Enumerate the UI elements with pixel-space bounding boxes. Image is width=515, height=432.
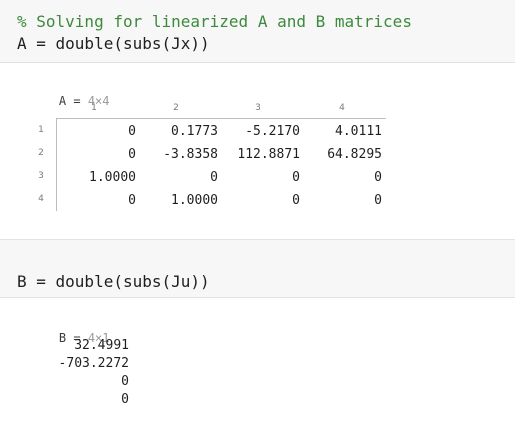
matrix-cell-r1-c1: 0: [128, 124, 136, 139]
column-header-2: 2: [173, 103, 179, 113]
column-header-3: 3: [255, 103, 261, 113]
matrix-cell-r2-c1: 0: [128, 147, 136, 162]
matrix-cell-r3-c4: 0: [374, 170, 382, 185]
row-header-3: 3: [38, 171, 44, 181]
matrix-cell-r1-c2: 0.1773: [171, 124, 218, 139]
matrix-cell-r1-c4: 4.0111: [335, 124, 382, 139]
column-header-1: 1: [91, 103, 97, 113]
matrix-cell-r4-c1: 0: [128, 193, 136, 208]
vector-b-value-2: -703.2272: [58, 356, 129, 371]
code-cell-1[interactable]: % Solving for linearized A and B matrice…: [0, 0, 515, 63]
header-divider: [56, 118, 386, 119]
comment-line[interactable]: % Solving for linearized A and B matrice…: [17, 12, 412, 32]
column-header-4: 4: [339, 103, 345, 113]
matrix-cell-r2-c3: 112.8871: [237, 147, 300, 162]
matrix-a-header: A = 4×4: [30, 80, 110, 122]
row-index-column: 1 2 3 4: [30, 119, 57, 211]
matrix-cell-r3-c2: 0: [210, 170, 218, 185]
matrix-cell-r3-c1: 1.0000: [89, 170, 136, 185]
matrix-cell-r4-c2: 1.0000: [171, 193, 218, 208]
matrix-cell-r1-c3: -5.2170: [245, 124, 300, 139]
matrix-cell-r4-c4: 0: [374, 193, 382, 208]
vector-b-value-1: 32.4991: [74, 338, 129, 353]
code-line-b[interactable]: B = double(subs(Ju)): [17, 272, 210, 292]
code-line-a[interactable]: A = double(subs(Jx)): [17, 34, 210, 54]
matrix-cell-r2-c2: -3.8358: [163, 147, 218, 162]
vector-b-value-3: 0: [121, 374, 129, 389]
matrix-cell-r3-c3: 0: [292, 170, 300, 185]
matrix-cell-r4-c3: 0: [292, 193, 300, 208]
row-header-4: 4: [38, 194, 44, 204]
output-vector-b: B = 4×1 32.4991 -703.2272 0 0: [0, 298, 515, 432]
row-header-2: 2: [38, 148, 44, 158]
vector-b-value-4: 0: [121, 392, 129, 407]
output-matrix-a: A = 4×4 1 2 3 4 1 2 3 4 0 0.1773 -5.2170…: [0, 63, 515, 239]
row-header-1: 1: [38, 125, 44, 135]
matrix-cell-r2-c4: 64.8295: [327, 147, 382, 162]
code-cell-2[interactable]: B = double(subs(Ju)): [0, 239, 515, 298]
